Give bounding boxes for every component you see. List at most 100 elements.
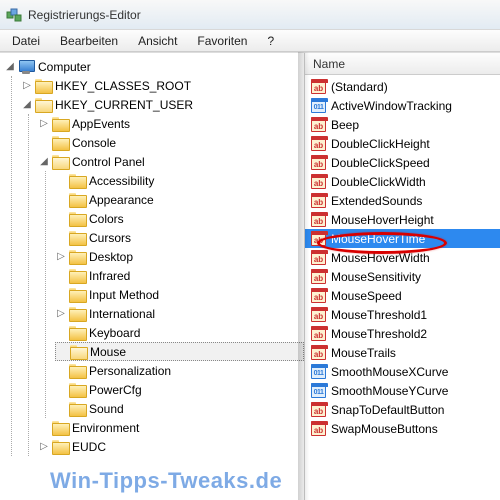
folder-icon (70, 345, 86, 358)
tree-node-environment[interactable]: Environment (38, 418, 304, 437)
menu-favorites[interactable]: Favoriten (189, 32, 255, 50)
tree-label: Computer (38, 60, 91, 74)
list-item[interactable]: abSwapMouseButtons (305, 419, 500, 438)
list-item-label: MouseSensitivity (331, 270, 421, 284)
reg-binary-icon: 011 (311, 364, 326, 379)
folder-icon (52, 117, 68, 130)
list-item-label: SnapToDefaultButton (331, 403, 444, 417)
tree-node-infrared[interactable]: Infrared (55, 266, 304, 285)
list-item[interactable]: 011 SmoothMouseYCurve (305, 381, 500, 400)
menu-view[interactable]: Ansicht (130, 32, 185, 50)
tree-node-input-method[interactable]: Input Method (55, 285, 304, 304)
list-item[interactable]: abMouseSensitivity (305, 267, 500, 286)
tree-label: Mouse (90, 345, 126, 359)
list-item[interactable]: abBeep (305, 115, 500, 134)
tree-label: Accessibility (89, 174, 154, 188)
list-item[interactable]: abMouseThreshold1 (305, 305, 500, 324)
list-item[interactable]: ab MouseHoverTime (305, 229, 500, 248)
tree-node-desktop[interactable]: ▷ Desktop (55, 247, 304, 266)
tree-label: Cursors (89, 231, 131, 245)
tree-label: HKEY_CURRENT_USER (55, 98, 193, 112)
tree-node-sound[interactable]: Sound (55, 399, 304, 418)
collapse-icon[interactable]: ◢ (21, 99, 33, 111)
tree-node-appearance[interactable]: Appearance (55, 190, 304, 209)
folder-icon (69, 212, 85, 225)
tree-node-cursors[interactable]: Cursors (55, 228, 304, 247)
expand-icon[interactable]: ▷ (55, 308, 67, 320)
list-item-label: DoubleClickHeight (331, 137, 430, 151)
title-bar: Registrierungs-Editor (0, 0, 500, 30)
tree-node-eudc[interactable]: ▷ EUDC (38, 437, 304, 456)
list-item-label: SwapMouseButtons (331, 422, 438, 436)
tree-label: AppEvents (72, 117, 130, 131)
expand-icon[interactable]: ▷ (55, 251, 67, 263)
reg-string-icon: ab (311, 288, 326, 303)
list-item[interactable]: 011ActiveWindowTracking (305, 96, 500, 115)
menu-file[interactable]: Datei (4, 32, 48, 50)
tree-label: Desktop (89, 250, 133, 264)
list-item-label: DoubleClickWidth (331, 175, 426, 189)
folder-icon (69, 383, 85, 396)
tree-node-computer[interactable]: ◢ Computer (4, 57, 304, 76)
expand-icon[interactable]: ▷ (38, 441, 50, 453)
tree-node-colors[interactable]: Colors (55, 209, 304, 228)
list-item-label: SmoothMouseYCurve (331, 384, 448, 398)
list-item[interactable]: 011 SmoothMouseXCurve (305, 362, 500, 381)
list-item[interactable]: ab DoubleClickWidth (305, 172, 500, 191)
tree-node-keyboard[interactable]: Keyboard (55, 323, 304, 342)
tree-label: Control Panel (72, 155, 145, 169)
collapse-icon[interactable]: ◢ (4, 61, 16, 73)
list-item[interactable]: abDoubleClickSpeed (305, 153, 500, 172)
reg-binary-icon: 011 (311, 98, 326, 113)
tree-pane[interactable]: ◢ Computer ▷ HKEY_CLASSES_ROOT ◢ HKEY_CU… (0, 53, 305, 500)
reg-string-icon: ab (311, 79, 326, 94)
list-item[interactable]: abMouseTrails (305, 343, 500, 362)
folder-icon (35, 98, 51, 111)
list-item[interactable]: ab(Standard) (305, 77, 500, 96)
list-item-label: MouseThreshold1 (331, 308, 427, 322)
expand-icon[interactable]: ▷ (38, 118, 50, 130)
tree-node-controlpanel[interactable]: ◢ Control Panel (38, 152, 304, 171)
reg-binary-icon: 011 (311, 383, 326, 398)
folder-icon (52, 421, 68, 434)
list-item-label: MouseHoverTime (331, 232, 425, 246)
content-area: ◢ Computer ▷ HKEY_CLASSES_ROOT ◢ HKEY_CU… (0, 52, 500, 500)
list-header[interactable]: Name (305, 53, 500, 75)
folder-icon (69, 231, 85, 244)
folder-icon (69, 193, 85, 206)
folder-icon (69, 364, 85, 377)
tree-node-personalization[interactable]: Personalization (55, 361, 304, 380)
list-item[interactable]: abMouseHoverWidth (305, 248, 500, 267)
folder-icon (35, 79, 51, 92)
folder-icon (69, 269, 85, 282)
tree-label: Environment (72, 421, 139, 435)
list-item[interactable]: abMouseThreshold2 (305, 324, 500, 343)
menu-edit[interactable]: Bearbeiten (52, 32, 126, 50)
tree-node-appevents[interactable]: ▷ AppEvents (38, 114, 304, 133)
tree-label: EUDC (72, 440, 106, 454)
list-item[interactable]: abMouseSpeed (305, 286, 500, 305)
tree-node-hkcr[interactable]: ▷ HKEY_CLASSES_ROOT (21, 76, 304, 95)
list-item[interactable]: abSnapToDefaultButton (305, 400, 500, 419)
reg-string-icon: ab (311, 174, 326, 189)
reg-string-icon: ab (311, 117, 326, 132)
expand-icon[interactable]: ▷ (21, 80, 33, 92)
tree-node-console[interactable]: Console (38, 133, 304, 152)
list-item[interactable]: abMouseHoverHeight (305, 210, 500, 229)
tree-node-accessibility[interactable]: Accessibility (55, 171, 304, 190)
column-name[interactable]: Name (305, 57, 353, 71)
reg-string-icon: ab (311, 231, 326, 246)
menu-help[interactable]: ? (259, 32, 282, 50)
tree-node-international[interactable]: ▷International (55, 304, 304, 323)
folder-icon (69, 402, 85, 415)
tree-node-mouse[interactable]: Mouse (55, 342, 304, 361)
tree-node-powercfg[interactable]: PowerCfg (55, 380, 304, 399)
list-item-label: SmoothMouseXCurve (331, 365, 448, 379)
list-item[interactable]: abExtendedSounds (305, 191, 500, 210)
folder-icon (69, 326, 85, 339)
tree-label: PowerCfg (89, 383, 142, 397)
collapse-icon[interactable]: ◢ (38, 156, 50, 168)
tree-node-hkcu[interactable]: ◢ HKEY_CURRENT_USER (21, 95, 304, 114)
reg-string-icon: ab (311, 345, 326, 360)
list-item[interactable]: abDoubleClickHeight (305, 134, 500, 153)
